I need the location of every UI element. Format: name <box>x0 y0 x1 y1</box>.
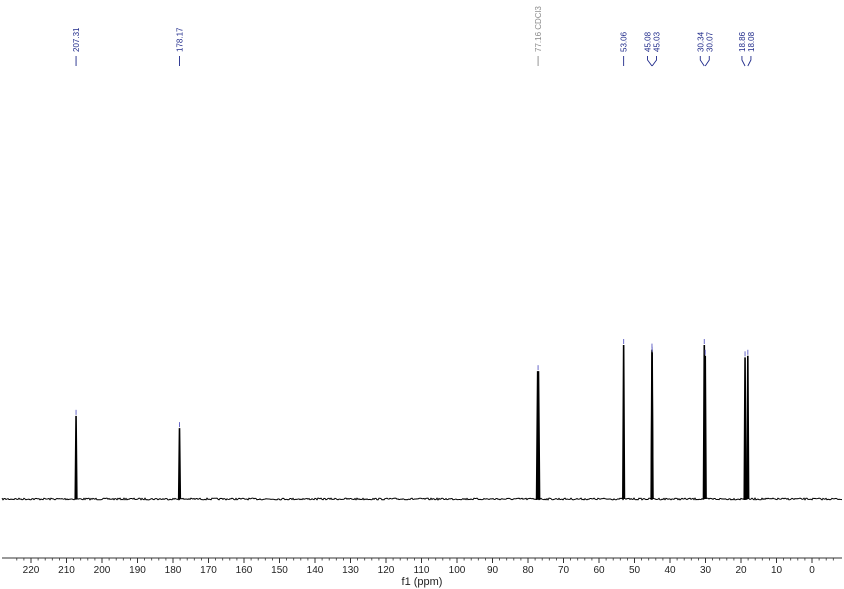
peak-label-30.07: 30.07 <box>705 31 714 52</box>
peak-label-30.34: 30.34 <box>696 31 705 52</box>
peak-label-207.31: 207.31 <box>72 27 81 52</box>
chart-background <box>0 0 844 589</box>
x-axis-tick-label-180: 180 <box>165 565 182 576</box>
x-axis-tick-label-130: 130 <box>342 565 359 576</box>
x-axis-tick-label-20: 20 <box>735 565 747 576</box>
x-axis-title: f1 (ppm) <box>402 576 443 588</box>
x-axis-tick-label-200: 200 <box>94 565 111 576</box>
x-axis-tick-label-210: 210 <box>58 565 75 576</box>
nmr-spectrum-chart: 207.31 178.17 77.16 CDCl3 53.06 45.08 45.03 30… <box>0 0 844 589</box>
peak-18.08 <box>746 355 750 500</box>
peak-45.03 <box>650 352 654 500</box>
x-axis-tick-label-70: 70 <box>558 565 570 576</box>
peak-label-178.17: 178.17 <box>176 27 185 52</box>
x-axis-tick-label-150: 150 <box>271 565 288 576</box>
x-axis-tick-label-80: 80 <box>522 565 534 576</box>
x-axis-tick-label-0: 0 <box>809 565 815 576</box>
x-axis-tick-label-100: 100 <box>449 565 466 576</box>
x-axis-tick-label-190: 190 <box>129 565 146 576</box>
peak-label-18.08: 18.08 <box>747 31 756 52</box>
peak-label-45.08: 45.08 <box>644 31 653 52</box>
x-axis-tick-label-140: 140 <box>307 565 324 576</box>
peak-label-45.03: 45.03 <box>653 31 662 52</box>
x-axis-tick-label-110: 110 <box>414 565 430 576</box>
x-axis-tick-label-60: 60 <box>593 565 605 576</box>
peak-30.07 <box>703 355 707 500</box>
peak-53.06 <box>622 344 626 500</box>
x-axis-tick-label-50: 50 <box>629 565 641 576</box>
x-axis-tick-label-90: 90 <box>487 565 499 576</box>
nmr-spectrum-figure: 207.31 178.17 77.16 CDCl3 53.06 45.08 45.03 30… <box>0 0 844 589</box>
x-axis-tick-label-170: 170 <box>200 565 217 576</box>
peak-label-77.16CDCl3: 77.16 CDCl3 <box>534 6 543 52</box>
peak-18.86 <box>743 357 747 500</box>
x-axis-tick-label-10: 10 <box>771 565 783 576</box>
x-axis-tick-label-220: 220 <box>23 565 40 576</box>
peak-178.17 <box>177 428 182 500</box>
x-axis-tick-label-120: 120 <box>378 565 395 576</box>
x-axis-tick-label-40: 40 <box>664 565 676 576</box>
x-axis-tick-label-30: 30 <box>700 565 712 576</box>
peak-label-53.06: 53.06 <box>620 31 629 52</box>
peak-207.31 <box>74 415 78 500</box>
peak-77.16CDCl3 <box>535 371 541 500</box>
peak-label-18.86: 18.86 <box>738 31 747 52</box>
x-axis-tick-label-160: 160 <box>236 565 253 576</box>
